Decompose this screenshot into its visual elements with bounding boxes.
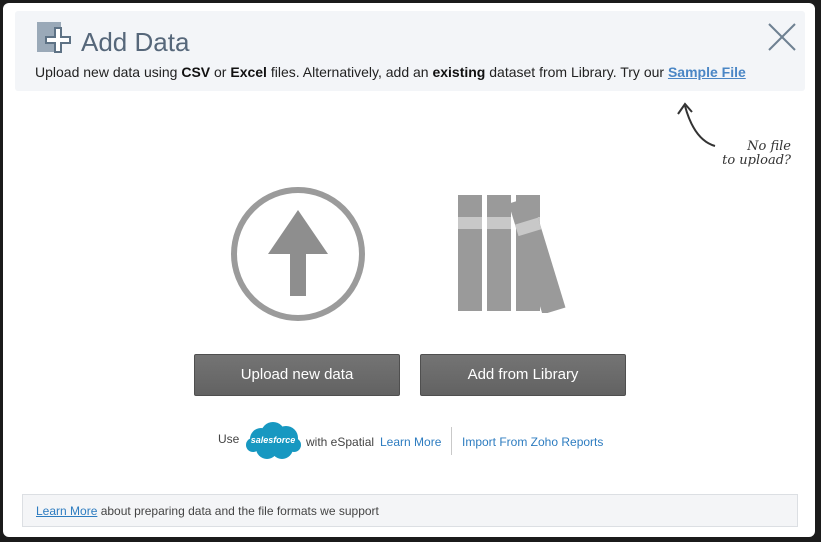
footer-text: about preparing data and the file format… [97, 504, 379, 518]
dialog-subtitle: Upload new data using CSV or Excel files… [35, 64, 746, 80]
salesforce-logo-text: salesforce [250, 435, 296, 445]
divider [451, 427, 452, 455]
footer-learn-more-link[interactable]: Learn More [36, 504, 97, 518]
subtitle-text-3: files. Alternatively, add an [266, 64, 433, 80]
salesforce-logo[interactable]: salesforce [245, 421, 301, 461]
hint-line-1: No file [747, 139, 791, 154]
subtitle-existing: existing [432, 64, 486, 80]
subtitle-text-1: Upload new data using [35, 64, 182, 80]
no-file-hint: No file to upload? [701, 140, 791, 168]
add-data-icon [37, 22, 71, 53]
upload-arrow-icon[interactable] [228, 184, 368, 324]
add-from-library-button[interactable]: Add from Library [420, 354, 626, 396]
upload-new-data-button[interactable]: Upload new data [194, 354, 400, 396]
page-title: Add Data [81, 27, 190, 57]
salesforce-row: Use salesforce with eSpatial Learn More … [3, 421, 815, 461]
add-data-dialog: Add Data Upload new data using CSV or Ex… [3, 3, 815, 537]
close-icon[interactable] [766, 21, 798, 53]
subtitle-excel: Excel [230, 64, 267, 80]
subtitle-text-2: or [210, 64, 231, 80]
subtitle-csv: CSV [181, 64, 211, 80]
library-books-icon[interactable] [458, 191, 598, 313]
subtitle-text-4: dataset from Library. Try our [485, 64, 668, 80]
sample-file-link[interactable]: Sample File [668, 64, 746, 80]
dialog-header: Add Data Upload new data using CSV or Ex… [15, 11, 805, 91]
hint-line-2: to upload? [722, 153, 791, 168]
dialog-footer: Learn More about preparing data and the … [22, 494, 798, 527]
salesforce-use-label: Use [218, 432, 240, 446]
import-zoho-reports-link[interactable]: Import From Zoho Reports [462, 435, 603, 449]
salesforce-learn-more-link[interactable]: Learn More [380, 435, 441, 449]
salesforce-with-label: with eSpatial [306, 435, 375, 449]
